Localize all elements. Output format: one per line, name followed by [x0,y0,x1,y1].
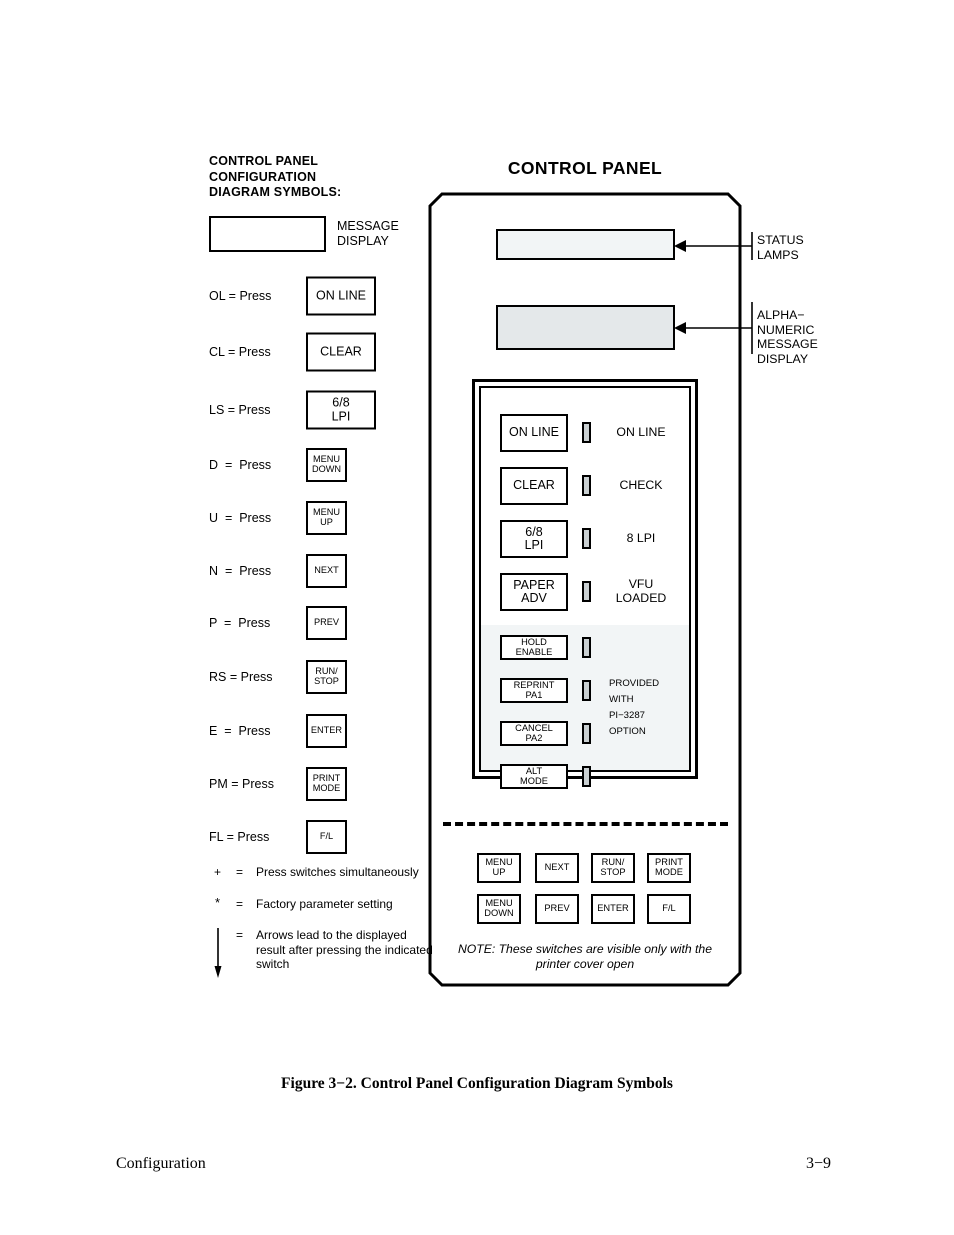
legend-key-button[interactable]: MENU UP [306,501,347,535]
option-key-button[interactable]: ALT MODE [500,764,568,789]
panel-title-text: CONTROL PANEL [507,158,663,178]
hidden-switch-button[interactable]: NEXT [535,853,579,883]
option-note-line: PROVIDED [609,678,660,689]
legend-row-code: FL = Press [209,830,270,844]
legend-key-button[interactable]: PREV [306,606,347,640]
footnote-plus-symbol: + [214,865,222,879]
status-lamps-strip [496,229,675,260]
led-indicator [582,422,591,443]
keypad-inner-frame: ON LINE ON LINE CLEAR CHECK 6/8 LPI 8 LPI PAPER… [479,386,691,789]
legend-row-code: PM = Press [209,777,274,791]
panel-key-button[interactable]: ON LINE [500,414,568,452]
message-display-label: MESSAGE DISPLAY [337,219,399,248]
panel-title: CONTROL PANEL [0,158,954,179]
hidden-switch-button[interactable]: MENU DOWN [477,894,521,924]
hidden-switch-button[interactable]: PRINT MODE [647,853,691,883]
led-label: VFU LOADED [615,577,667,605]
legend-row: E = Press ENTER [209,711,409,751]
footnote-arrow-equals: = [236,928,244,942]
legend-key-button[interactable]: RUN/STOP [306,660,347,694]
legend-row: FL = Press F/L [209,817,409,857]
legend-row: D = Press MENU DOWN [209,445,409,485]
status-lamps-leader-line [674,232,753,260]
hidden-switch-button[interactable]: F/L [647,894,691,924]
legend-row-code: N = Press [209,564,272,578]
hidden-switches-note: NOTE: These switches are visible only wi… [457,942,712,971]
hidden-switch-button[interactable]: RUN/STOP [591,853,635,883]
status-lamps-label: STATUS LAMPS [757,233,804,262]
legend-key-button[interactable]: PRINT MODE [306,767,347,801]
keypad-enclosure: ON LINE ON LINE CLEAR CHECK 6/8 LPI 8 LPI PAPER… [472,379,698,789]
option-key-button[interactable]: HOLD ENABLE [500,635,568,660]
led-indicator [582,528,591,549]
hidden-switch-button[interactable]: PREV [535,894,579,924]
legend-row-code: OL = Press [209,289,272,303]
legend-key-button[interactable]: F/L [306,820,347,854]
legend-row-code: P = Press [209,616,271,630]
legend-key-button[interactable]: ENTER [306,714,347,748]
footer-page-number: 3−9 [806,1155,832,1172]
option-key-button[interactable]: REPRINT PA1 [500,678,568,703]
legend-row-code: CL = Press [209,345,271,359]
option-led-indicator [582,723,591,744]
legend-row: LS = Press 6/8 LPI [209,390,409,430]
footnote-star-text: Factory parameter setting [256,897,393,911]
option-led-indicator [582,637,591,658]
legend-key-button[interactable]: MENU DOWN [306,448,347,482]
panel-key-button[interactable]: CLEAR [500,467,568,505]
option-led-indicator [582,680,591,701]
cover-separator-dashed-line [443,822,728,826]
legend-row-code: U = Press [209,511,272,525]
legend-row-code: D = Press [209,458,272,472]
figure-caption: Figure 3−2. Control Panel Configuration … [281,1075,673,1092]
message-display-sample-box [209,216,326,252]
legend-row-code: E = Press [209,724,271,738]
led-label: 8 LPI [626,531,656,545]
option-note-line: PI−3287 [609,710,646,721]
footer-chapter-name: Configuration [116,1155,206,1172]
led-label: ON LINE [616,425,666,439]
panel-key-button[interactable]: PAPER ADV [500,573,568,611]
led-indicator [582,581,591,602]
down-arrow-icon [214,928,222,978]
option-led-indicator [582,766,591,787]
legend-row: N = Press NEXT [209,551,409,591]
legend-row: PM = Press PRINT MODE [209,764,409,804]
footnote-arrow-text: Arrows lead to the displayed result afte… [256,928,433,971]
alpha-display-leader-line [674,302,753,354]
legend-row: P = Press PREV [209,603,409,643]
option-key-button[interactable]: CANCEL PA2 [500,721,568,746]
footnote-plus-equals: = [236,865,244,879]
legend-row: RS = Press RUN/STOP [209,657,409,697]
hidden-switch-button[interactable]: MENU UP [477,853,521,883]
legend-row-code: LS = Press [209,403,271,417]
legend-row: CL = Press CLEAR [209,332,409,372]
panel-key-button[interactable]: 6/8 LPI [500,520,568,558]
alphanumeric-display-label: ALPHA− NUMERIC MESSAGE DISPLAY [757,308,818,366]
led-indicator [582,475,591,496]
legend-row: OL = Press ON LINE [209,276,409,316]
option-note-line: OPTION [609,726,646,737]
legend-key-button[interactable]: 6/8 LPI [306,390,376,430]
option-note-line: WITH [609,694,634,705]
footnote-plus-text: Press switches simultaneously [256,865,419,879]
led-label: CHECK [619,478,663,492]
hidden-switch-button[interactable]: ENTER [591,894,635,924]
footnote-star-equals: = [236,897,244,911]
legend-key-button[interactable]: NEXT [306,554,347,588]
legend-key-button[interactable]: CLEAR [306,332,376,372]
legend-row: U = Press MENU UP [209,498,409,538]
legend-key-button[interactable]: ON LINE [306,276,376,316]
footnote-star-symbol: * [215,895,221,910]
legend-row-code: RS = Press [209,670,273,684]
alphanumeric-message-display [496,305,675,350]
